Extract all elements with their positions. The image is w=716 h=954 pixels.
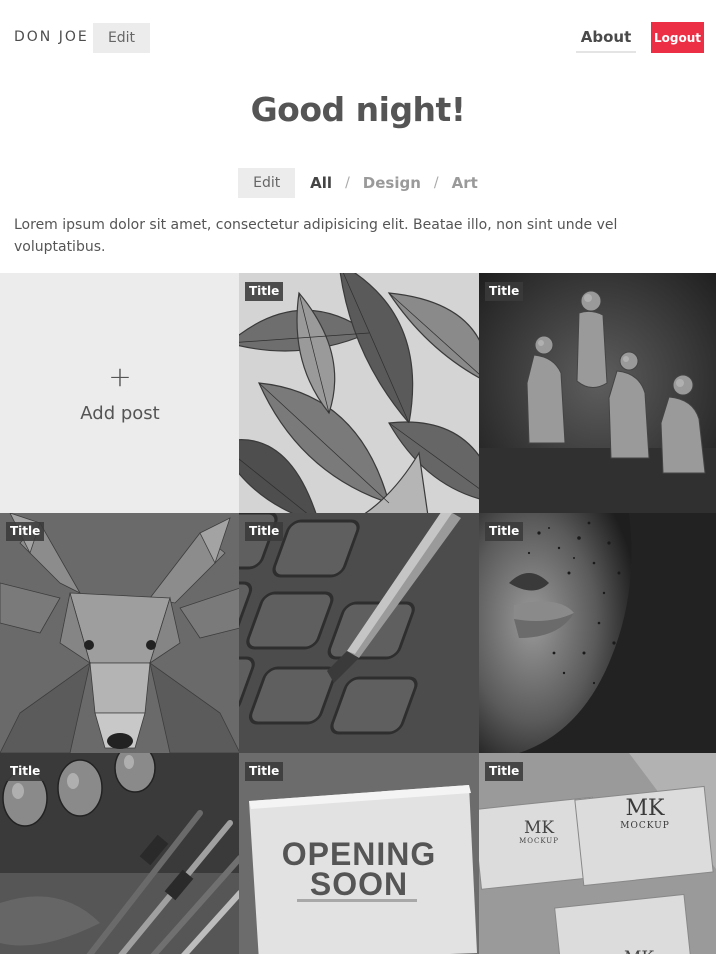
intro-text: Lorem ipsum dolor sit amet, consectetur … bbox=[14, 217, 618, 255]
post-title: Title bbox=[245, 282, 284, 301]
brand-name[interactable]: DON JOE bbox=[14, 29, 89, 45]
mockup-logo: MK bbox=[625, 796, 665, 821]
mockup-word: MOCKUP bbox=[620, 821, 670, 831]
business-card-mockup-image bbox=[479, 753, 716, 954]
tropical-leaves-image bbox=[239, 273, 479, 513]
poster-text: OPENING SOON bbox=[239, 836, 479, 902]
post-title: Title bbox=[485, 762, 524, 781]
filter-separator: / bbox=[345, 175, 350, 191]
paint-tubes-brushes-image bbox=[0, 753, 240, 954]
post-card[interactable]: Title bbox=[0, 753, 240, 954]
about-link[interactable]: About bbox=[576, 22, 636, 53]
mockup-word: MOCKUP bbox=[519, 837, 559, 845]
post-card[interactable]: Title bbox=[479, 513, 716, 753]
poster-line-1: OPENING bbox=[281, 836, 437, 872]
post-title: Title bbox=[245, 762, 284, 781]
figures-sculpture-image bbox=[479, 273, 716, 513]
low-poly-deer-image bbox=[0, 513, 240, 753]
filter-art[interactable]: Art bbox=[452, 174, 478, 192]
add-post-label: Add post bbox=[80, 402, 160, 424]
filter-separator: / bbox=[433, 175, 439, 191]
post-title: Title bbox=[485, 522, 524, 541]
post-card[interactable]: Title bbox=[239, 513, 479, 753]
category-filter-bar: Edit All / Design / Art bbox=[0, 168, 716, 198]
greeting-heading: Good night! bbox=[250, 90, 466, 129]
edit-profile-button[interactable]: Edit bbox=[93, 23, 150, 53]
poster-line-2: SOON bbox=[309, 866, 409, 902]
top-bar: DON JOE Edit About Logout bbox=[0, 0, 716, 78]
post-card[interactable]: Title bbox=[479, 273, 716, 513]
edit-categories-button[interactable]: Edit bbox=[238, 168, 296, 198]
post-card[interactable]: Title bbox=[0, 513, 240, 753]
paint-palette-brush-image bbox=[239, 513, 479, 753]
logout-button[interactable]: Logout bbox=[651, 22, 704, 53]
mockup-card-text: MK MOCKUP bbox=[499, 819, 579, 845]
post-card[interactable]: Title bbox=[239, 273, 479, 513]
post-title: Title bbox=[6, 762, 45, 781]
filter-design[interactable]: Design bbox=[363, 174, 421, 192]
mockup-card-text: MK MOCKUP bbox=[599, 949, 679, 954]
mockup-logo: MK bbox=[523, 818, 555, 838]
mockup-card-text: MK MOCKUP bbox=[605, 796, 685, 832]
posts-grid: + Add post Title Title Title Title Title… bbox=[0, 273, 716, 954]
post-title: Title bbox=[6, 522, 45, 541]
post-title: Title bbox=[485, 282, 524, 301]
plus-icon: + bbox=[108, 359, 132, 393]
filter-all[interactable]: All bbox=[310, 174, 332, 192]
add-post-tile[interactable]: + Add post bbox=[0, 273, 240, 513]
post-title: Title bbox=[245, 522, 284, 541]
mockup-logo: MK bbox=[599, 949, 679, 954]
post-card[interactable]: OPENING SOON Title bbox=[239, 753, 479, 954]
post-card[interactable]: MK MOCKUP MK MOCKUP MK MOCKUP Title bbox=[479, 753, 716, 954]
freckled-face-image bbox=[479, 513, 716, 753]
